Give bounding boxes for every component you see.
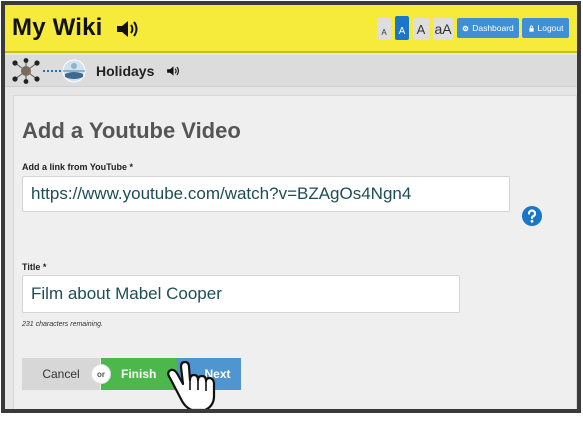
cancel-button[interactable]: Cancel bbox=[22, 358, 100, 390]
logout-label: Logout bbox=[537, 23, 564, 33]
dashboard-button[interactable]: Dashboard bbox=[457, 18, 519, 38]
font-size-medium-button[interactable]: A bbox=[413, 18, 429, 40]
app-title[interactable]: My Wiki bbox=[12, 14, 103, 42]
dashboard-label: Dashboard bbox=[472, 23, 514, 33]
lock-icon bbox=[528, 25, 534, 32]
youtube-link-label: Add a link from YouTube * bbox=[22, 162, 134, 172]
speaker-icon[interactable] bbox=[166, 64, 181, 78]
add-video-form: Add a Youtube Video Add a link from YouT… bbox=[13, 95, 577, 409]
font-size-smallest-button[interactable]: A bbox=[377, 18, 391, 40]
gears-icon bbox=[462, 25, 469, 31]
breadcrumb-bar: Holidays bbox=[5, 55, 577, 87]
title-label: Title * bbox=[22, 262, 47, 272]
or-separator: or bbox=[91, 364, 111, 384]
characters-remaining: 231 characters remaining. bbox=[22, 321, 103, 328]
font-size-small-button[interactable]: A bbox=[395, 16, 409, 40]
help-icon[interactable] bbox=[522, 206, 542, 226]
breadcrumb-connector bbox=[43, 70, 61, 72]
network-icon[interactable] bbox=[11, 58, 41, 84]
top-bar: My Wiki A A A aA Dashboard Logout bbox=[5, 5, 577, 53]
youtube-link-input[interactable] bbox=[22, 176, 510, 212]
globe-icon[interactable] bbox=[62, 59, 86, 83]
page-title: Add a Youtube Video bbox=[22, 118, 241, 143]
speaker-icon[interactable] bbox=[115, 18, 141, 40]
logout-button[interactable]: Logout bbox=[522, 18, 569, 38]
app-window: My Wiki A A A aA Dashboard Logout Holida… bbox=[1, 1, 581, 413]
title-input[interactable] bbox=[22, 275, 460, 313]
section-title: Holidays bbox=[96, 63, 155, 79]
font-size-large-button[interactable]: aA bbox=[433, 18, 453, 40]
hand-pointer-icon bbox=[167, 360, 216, 409]
